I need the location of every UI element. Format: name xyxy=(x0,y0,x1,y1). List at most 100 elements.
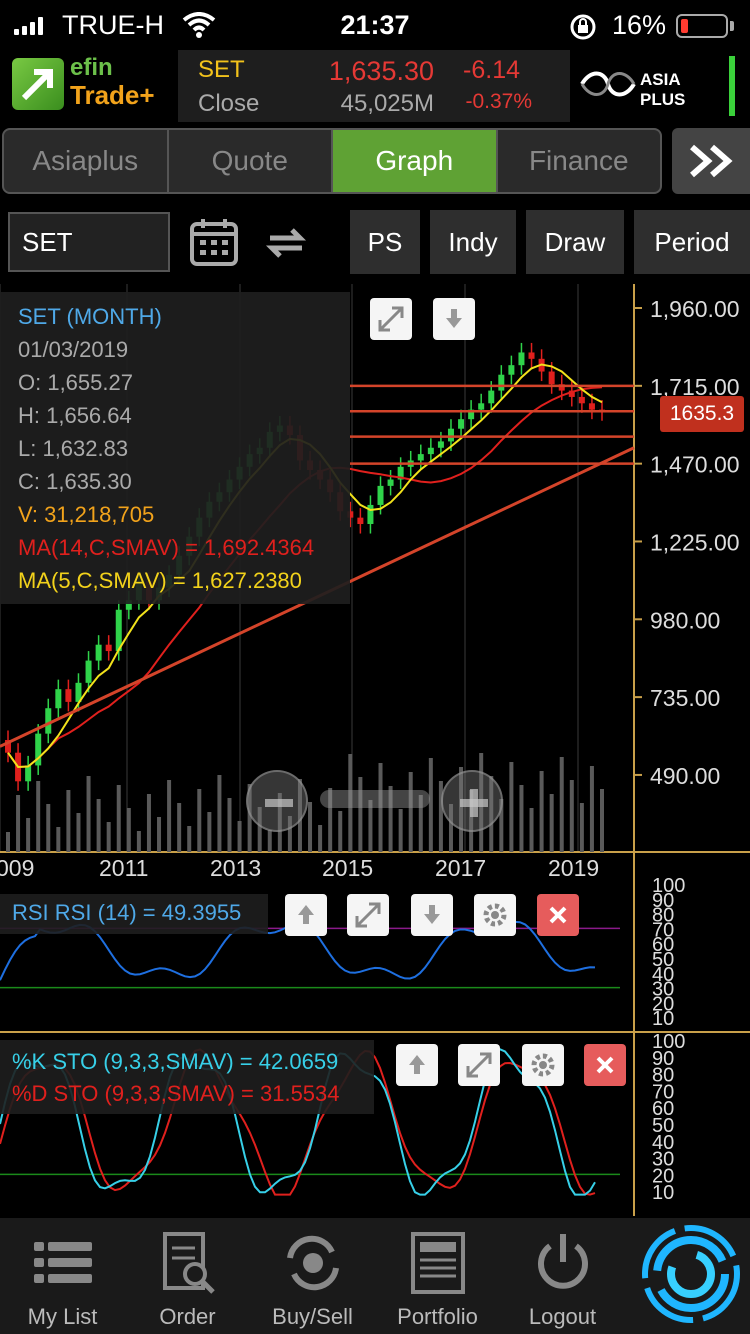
sto-d-label: %D STO (9,3,3,SMAV) = 31.5534 xyxy=(12,1081,340,1106)
candle-body xyxy=(377,485,384,505)
candle-body xyxy=(458,419,465,429)
expand-chart-button[interactable] xyxy=(370,298,412,340)
candle-body xyxy=(357,517,364,524)
rsi-move-up-button[interactable] xyxy=(285,894,327,936)
candle-body xyxy=(95,644,102,661)
calendar-icon[interactable] xyxy=(188,216,240,268)
tab-asiaplus[interactable]: Asiaplus xyxy=(4,130,169,192)
refresh-icon[interactable] xyxy=(260,216,312,268)
connection-indicator xyxy=(729,56,735,116)
bar-low: L: 1,632.83 xyxy=(18,436,129,461)
quote-change: -6.14 xyxy=(463,56,520,84)
status-bar: TRUE-H 21:37 16% xyxy=(0,0,750,50)
sto-move-up-button[interactable] xyxy=(396,1044,438,1086)
volume-bar xyxy=(86,776,91,852)
move-down-button[interactable] xyxy=(433,298,475,340)
candle-body xyxy=(437,441,444,448)
tab-graph[interactable]: Graph xyxy=(333,130,498,192)
volume-bar xyxy=(187,826,192,852)
volume-bar xyxy=(167,780,172,852)
nav-buy-sell[interactable]: Buy/Sell xyxy=(250,1218,375,1334)
period-button[interactable]: Period xyxy=(634,210,750,274)
nav-logout[interactable]: Logout xyxy=(500,1218,625,1334)
volume-bar xyxy=(428,758,433,852)
gear-icon xyxy=(531,1053,555,1077)
nav-my-list[interactable]: My List xyxy=(0,1218,125,1334)
candle-body xyxy=(427,447,434,455)
chart-title: SET (MONTH) xyxy=(18,304,162,329)
sto-expand-button[interactable] xyxy=(458,1044,500,1086)
sto-settings-button[interactable] xyxy=(522,1044,564,1086)
volume-bar xyxy=(227,798,232,852)
volume-bar xyxy=(66,790,71,852)
candle-body xyxy=(45,708,52,734)
quote-close-label: Close xyxy=(198,90,260,117)
last-price-tag: 1635.3 xyxy=(660,396,744,432)
zoom-in-button[interactable] xyxy=(441,770,503,832)
sto-close-button[interactable] xyxy=(584,1044,626,1086)
volume-bar xyxy=(519,785,524,852)
chart-area[interactable]: 1,960.00 1,715.00 1,470.00 1,225.00 980.00 73… xyxy=(0,284,750,1216)
rsi-close-button[interactable] xyxy=(537,894,579,936)
rsi-expand-button[interactable] xyxy=(347,894,389,936)
broker-name: ASIA PLUS xyxy=(640,70,686,109)
order-icon xyxy=(163,1232,215,1294)
bottom-nav: My List Order Buy/Sell Portfolio Logout xyxy=(0,1218,750,1334)
candle-body xyxy=(85,660,92,683)
draw-button[interactable]: Draw xyxy=(526,210,624,274)
ps-button[interactable]: PS xyxy=(350,210,420,274)
volume-bar xyxy=(26,818,31,852)
candle-body xyxy=(55,689,62,709)
indy-button[interactable]: Indy xyxy=(430,210,516,274)
rsi-move-down-button[interactable] xyxy=(411,894,453,936)
more-tabs-button[interactable] xyxy=(672,128,750,194)
candle-body xyxy=(478,403,485,410)
zoom-out-button[interactable] xyxy=(246,770,308,832)
broker-logo: ASIA PLUS xyxy=(578,62,728,109)
logo-text-bottom: Trade+ xyxy=(70,80,155,110)
candle-body xyxy=(488,390,495,404)
volume-bar xyxy=(217,775,222,852)
x-tick-label: 2019 xyxy=(548,855,599,881)
close-icon xyxy=(549,906,567,924)
y-tick-label: 1,960.00 xyxy=(650,296,740,322)
x-tick-label: 2017 xyxy=(435,855,486,881)
volume-bar xyxy=(338,811,343,852)
efin-logo: efin Trade+ xyxy=(12,54,182,116)
volume-bar xyxy=(177,803,182,852)
bar-close: C: 1,635.30 xyxy=(18,469,132,494)
y-tick-label: 735.00 xyxy=(650,685,720,711)
logo-text-top: efin xyxy=(70,54,113,81)
candle-body xyxy=(417,454,424,461)
candle-body xyxy=(528,352,535,359)
x-tick-label: 2015 xyxy=(322,855,373,881)
nav-label: My List xyxy=(27,1304,98,1329)
tab-quote[interactable]: Quote xyxy=(169,130,333,192)
quick-menu-button[interactable] xyxy=(636,1218,746,1334)
rsi-settings-button[interactable] xyxy=(474,894,516,936)
nav-order[interactable]: Order xyxy=(125,1218,250,1334)
volume-bar xyxy=(529,808,534,852)
tab-finance[interactable]: Finance xyxy=(498,130,661,192)
volume-bar xyxy=(6,832,10,852)
zoom-slider[interactable] xyxy=(320,790,430,808)
nav-label: Order xyxy=(159,1304,216,1329)
symbol-input[interactable] xyxy=(8,212,170,272)
volume-bar xyxy=(600,789,604,852)
candle-body xyxy=(588,403,595,410)
bar-date: 01/03/2019 xyxy=(18,337,129,362)
y-tick-label: 1,225.00 xyxy=(650,529,740,555)
nav-portfolio[interactable]: Portfolio xyxy=(375,1218,500,1334)
volume-bar xyxy=(207,812,212,852)
y-tick-label: 490.00 xyxy=(650,763,720,789)
rsi-label: RSI RSI (14) = 49.3955 xyxy=(0,894,268,934)
arrow-up-icon xyxy=(409,1055,425,1074)
portfolio-icon xyxy=(411,1232,465,1294)
ma5-label: MA(5,C,SMAV) = 1,627.2380 xyxy=(18,568,302,593)
index-quote-panel[interactable]: SET Close 1,635.30 45,025M -6.14 -0.37% xyxy=(178,50,570,122)
volume-bar xyxy=(76,813,81,852)
x-tick-label: 2011 xyxy=(99,855,148,881)
expand-icon xyxy=(378,306,404,332)
x-tick-label: 2013 xyxy=(210,855,261,881)
sto-k-label: %K STO (9,3,3,SMAV) = 42.0659 xyxy=(12,1049,339,1074)
